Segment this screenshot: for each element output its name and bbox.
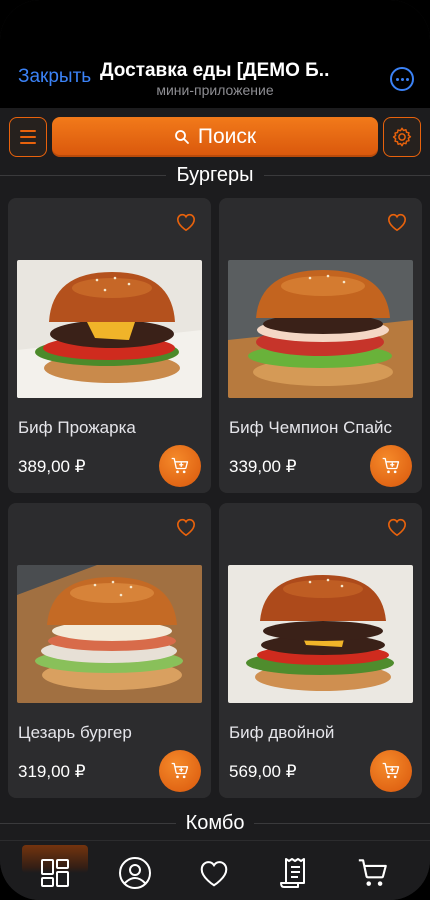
favorite-heart-icon[interactable]: [175, 212, 197, 232]
nav-orders[interactable]: [276, 855, 312, 891]
menu-button[interactable]: [9, 117, 47, 157]
app-subtitle: мини-приложение: [156, 82, 274, 98]
product-card[interactable]: Биф Прожарка 389,00 ₽: [8, 198, 211, 493]
product-card[interactable]: Биф двойной 569,00 ₽: [219, 503, 422, 798]
product-card[interactable]: Цезарь бургер 319,00 ₽: [8, 503, 211, 798]
app-toolbar: Поиск: [0, 108, 430, 164]
cart-icon: [358, 859, 387, 886]
gear-icon: [392, 127, 412, 147]
section-title-combo: Комбо: [0, 811, 430, 835]
cart-add-icon: [382, 457, 400, 474]
product-name: Биф Прожарка: [18, 418, 136, 437]
cart-add-icon: [171, 762, 189, 779]
mini-app-screen: Закрыть Доставка еды [ДЕМО Б... мини-при…: [0, 0, 430, 900]
product-price: 339,00 ₽: [229, 457, 297, 476]
telegram-header: Закрыть Доставка еды [ДЕМО Б... мини-при…: [0, 0, 430, 108]
nav-profile[interactable]: [117, 855, 153, 891]
hamburger-icon: [20, 130, 36, 132]
section-title-burgers: Бургеры: [0, 163, 430, 187]
app-title: Доставка еды [ДЕМО Б...: [100, 60, 330, 81]
product-card[interactable]: Биф Чемпион Спайс 339,00 ₽: [219, 198, 422, 493]
orders-icon: [280, 858, 305, 888]
add-to-cart-button[interactable]: [159, 445, 201, 487]
product-name: Биф Чемпион Спайс: [229, 418, 393, 437]
close-button[interactable]: Закрыть: [18, 66, 91, 88]
add-to-cart-button[interactable]: [159, 750, 201, 792]
favorite-heart-icon[interactable]: [175, 517, 197, 537]
product-price: 389,00 ₽: [18, 457, 86, 476]
catalog-icon: [41, 859, 69, 887]
cart-add-icon: [171, 457, 189, 474]
search-button[interactable]: Поиск: [52, 117, 378, 157]
add-to-cart-button[interactable]: [370, 750, 412, 792]
bottom-navigation: [0, 840, 430, 900]
profile-icon: [119, 857, 151, 889]
favorite-heart-icon[interactable]: [386, 517, 408, 537]
product-photo[interactable]: [228, 260, 413, 398]
product-price: 319,00 ₽: [18, 762, 86, 781]
favorite-heart-icon[interactable]: [386, 212, 408, 232]
nav-catalog[interactable]: [37, 855, 73, 891]
product-name: Биф двойной: [229, 723, 335, 742]
product-photo[interactable]: [228, 565, 413, 703]
product-photo[interactable]: [17, 565, 202, 703]
search-icon: [174, 130, 189, 144]
nav-cart[interactable]: [355, 855, 391, 891]
search-label: Поиск: [197, 125, 257, 148]
settings-button[interactable]: [383, 117, 421, 157]
product-photo[interactable]: [17, 260, 202, 398]
product-name: Цезарь бургер: [18, 723, 132, 742]
nav-favorites[interactable]: [196, 855, 232, 891]
cart-add-icon: [382, 762, 400, 779]
add-to-cart-button[interactable]: [370, 445, 412, 487]
product-price: 569,00 ₽: [229, 762, 297, 781]
favorites-icon: [200, 861, 228, 887]
more-options-icon[interactable]: [390, 67, 414, 91]
